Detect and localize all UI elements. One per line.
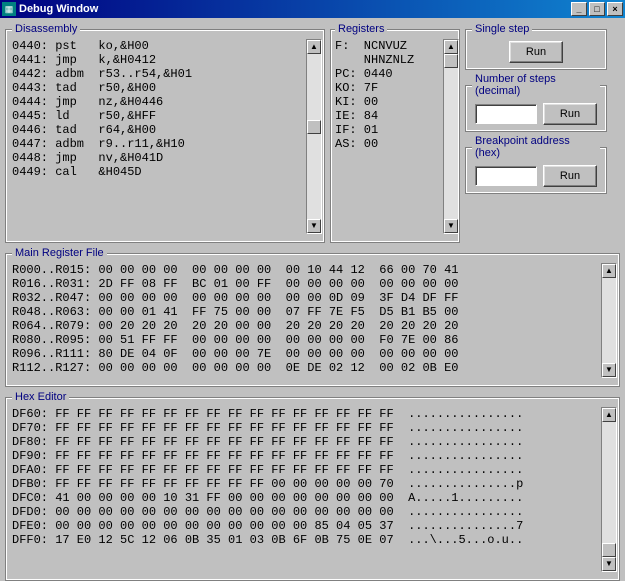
breakpoint-input[interactable] [475,166,537,186]
hex-editor-label: Hex Editor [12,391,69,403]
disassembly-label: Disassembly [12,23,80,35]
maximize-button[interactable]: □ [589,2,605,16]
disassembly-scrollbar[interactable]: ▲ ▼ [306,39,322,234]
breakpoint-group: Breakpoint address (hex) Run [465,135,607,194]
single-step-run-button[interactable]: Run [509,41,563,63]
breakpoint-label: Breakpoint address (hex) [472,135,600,159]
hex-editor-text: DF60: FF FF FF FF FF FF FF FF FF FF FF F… [12,407,601,572]
registers-text: F: NCNVUZ NHNZNLZ PC: 0440 KO: 7F KI: 00… [335,39,443,234]
hex-editor-group: Hex Editor DF60: FF FF FF FF FF FF FF FF… [5,391,620,581]
client-area: Disassembly 0440: pst ko,&H00 0441: jmp … [0,18,625,514]
scroll-down-icon[interactable]: ▼ [444,219,458,233]
scroll-thumb[interactable] [444,54,458,68]
disassembly-group: Disassembly 0440: pst ko,&H00 0441: jmp … [5,23,325,243]
scroll-up-icon[interactable]: ▲ [602,264,616,278]
scroll-down-icon[interactable]: ▼ [307,219,321,233]
registers-scrollbar[interactable]: ▲ ▼ [443,39,459,234]
main-register-group: Main Register File R000..R015: 00 00 00 … [5,247,620,387]
scroll-thumb[interactable] [307,120,321,134]
scroll-down-icon[interactable]: ▼ [602,363,616,377]
main-register-text: R000..R015: 00 00 00 00 00 00 00 00 00 1… [12,263,601,378]
num-steps-label: Number of steps (decimal) [472,73,600,97]
scroll-up-icon[interactable]: ▲ [307,40,321,54]
steps-run-button[interactable]: Run [543,103,597,125]
main-register-scrollbar[interactable]: ▲ ▼ [601,263,617,378]
registers-group: Registers F: NCNVUZ NHNZNLZ PC: 0440 KO:… [330,23,460,243]
close-button[interactable]: × [607,2,623,16]
minimize-button[interactable]: _ [571,2,587,16]
titlebar: ▦ Debug Window _ □ × [0,0,625,18]
disassembly-text: 0440: pst ko,&H00 0441: jmp k,&H0412 044… [12,39,306,234]
single-step-group: Single step Run [465,23,607,70]
window-title: Debug Window [19,3,569,15]
app-icon: ▦ [2,2,16,16]
main-register-label: Main Register File [12,247,107,259]
num-steps-group: Number of steps (decimal) Run [465,73,607,132]
registers-label: Registers [335,23,387,35]
controls-column: Single step Run Number of steps (decimal… [465,23,607,243]
scroll-thumb[interactable] [602,543,616,557]
single-step-label: Single step [472,23,532,35]
steps-input[interactable] [475,104,537,124]
hex-editor-scrollbar[interactable]: ▲ ▼ [601,407,617,572]
breakpoint-run-button[interactable]: Run [543,165,597,187]
scroll-up-icon[interactable]: ▲ [444,40,458,54]
scroll-down-icon[interactable]: ▼ [602,557,616,571]
scroll-up-icon[interactable]: ▲ [602,408,616,422]
